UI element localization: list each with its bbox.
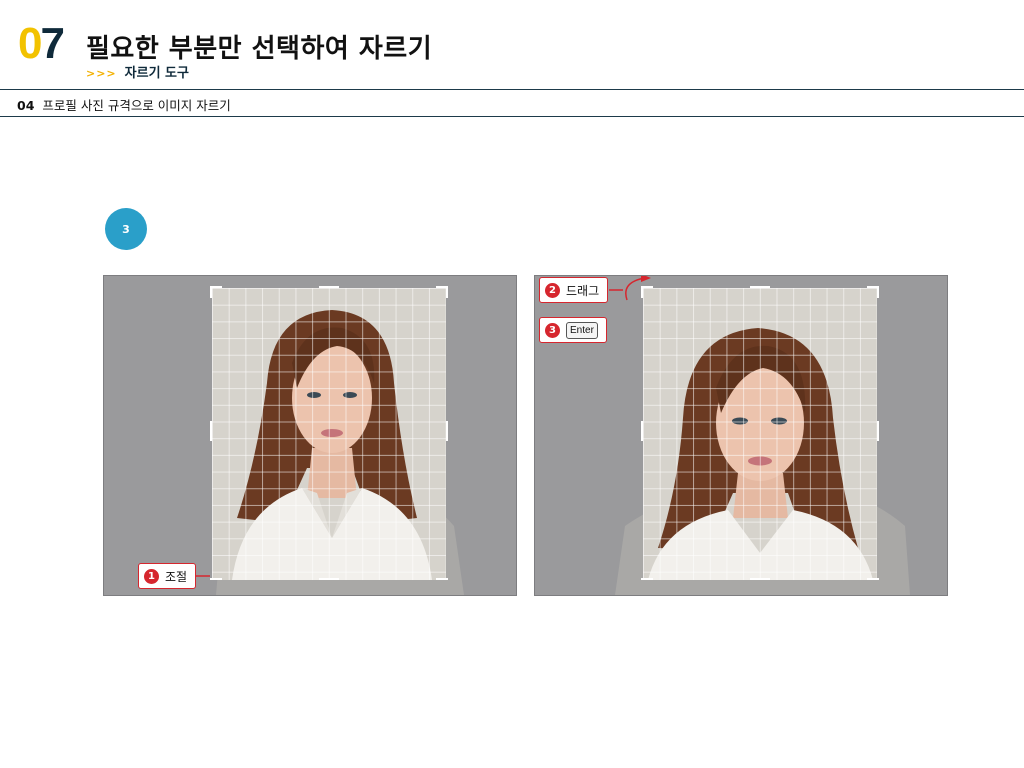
chapter-digit-seven: 7 — [40, 19, 65, 68]
subtitle-text: 자르기 도구 — [124, 66, 189, 81]
callout-drag: 2 드래그 — [539, 277, 609, 303]
section-number: 04 — [17, 98, 35, 113]
crop-edge-left-handle[interactable] — [210, 421, 212, 441]
callout-label-drag: 드래그 — [566, 283, 600, 298]
crop-corner-top-left-v[interactable] — [641, 286, 643, 298]
crop-corner-bottom-left[interactable] — [641, 578, 653, 580]
crop-corner-top-left-v[interactable] — [210, 286, 212, 298]
crop-corner-top-right-v[interactable] — [446, 286, 448, 298]
portrait-photo — [212, 288, 446, 580]
step-badge: 3 — [105, 208, 147, 250]
subtitle: >>> 자르기 도구 — [86, 62, 189, 81]
subtitle-arrows: >>> — [86, 67, 117, 80]
callout-number-3: 3 — [545, 322, 560, 338]
section-title: 프로필 사진 규격으로 이미지 자르기 — [42, 98, 231, 113]
crop-area[interactable] — [212, 288, 446, 580]
crop-corner-bottom-right[interactable] — [867, 578, 879, 580]
chapter-number: 07 — [18, 19, 65, 68]
crop-edge-right-handle[interactable] — [446, 421, 448, 441]
crop-edge-top-handle[interactable] — [319, 286, 339, 288]
crop-area[interactable] — [643, 288, 877, 580]
header-divider — [0, 89, 1024, 90]
crop-edge-right-handle[interactable] — [877, 421, 879, 441]
crop-corner-top-right-v[interactable] — [877, 286, 879, 298]
section-divider — [0, 116, 1024, 117]
callout-number-1: 1 — [144, 568, 159, 584]
callout-enter: 3 Enter — [539, 317, 607, 343]
crop-corner-bottom-right[interactable] — [436, 578, 448, 580]
crop-edge-bottom-handle[interactable] — [319, 578, 339, 580]
crop-corner-bottom-left[interactable] — [210, 578, 222, 580]
callout-label-adjust: 조절 — [165, 569, 188, 584]
portrait-photo — [643, 288, 877, 580]
callout-number-2: 2 — [545, 282, 560, 298]
page-title: 필요한 부분만 선택하여 자르기 — [86, 34, 433, 64]
photo-panel-before: 1 조절 — [103, 275, 517, 596]
enter-key: Enter — [566, 321, 598, 339]
crop-edge-top-handle[interactable] — [750, 286, 770, 288]
callout-adjust: 1 조절 — [138, 563, 197, 589]
chapter-digit-zero: 0 — [18, 19, 43, 68]
photo-panel-after: 2 드래그 3 Enter — [534, 275, 948, 596]
crop-edge-left-handle[interactable] — [641, 421, 643, 441]
crop-edge-bottom-handle[interactable] — [750, 578, 770, 580]
section-heading: 04 프로필 사진 규격으로 이미지 자르기 — [17, 95, 231, 114]
